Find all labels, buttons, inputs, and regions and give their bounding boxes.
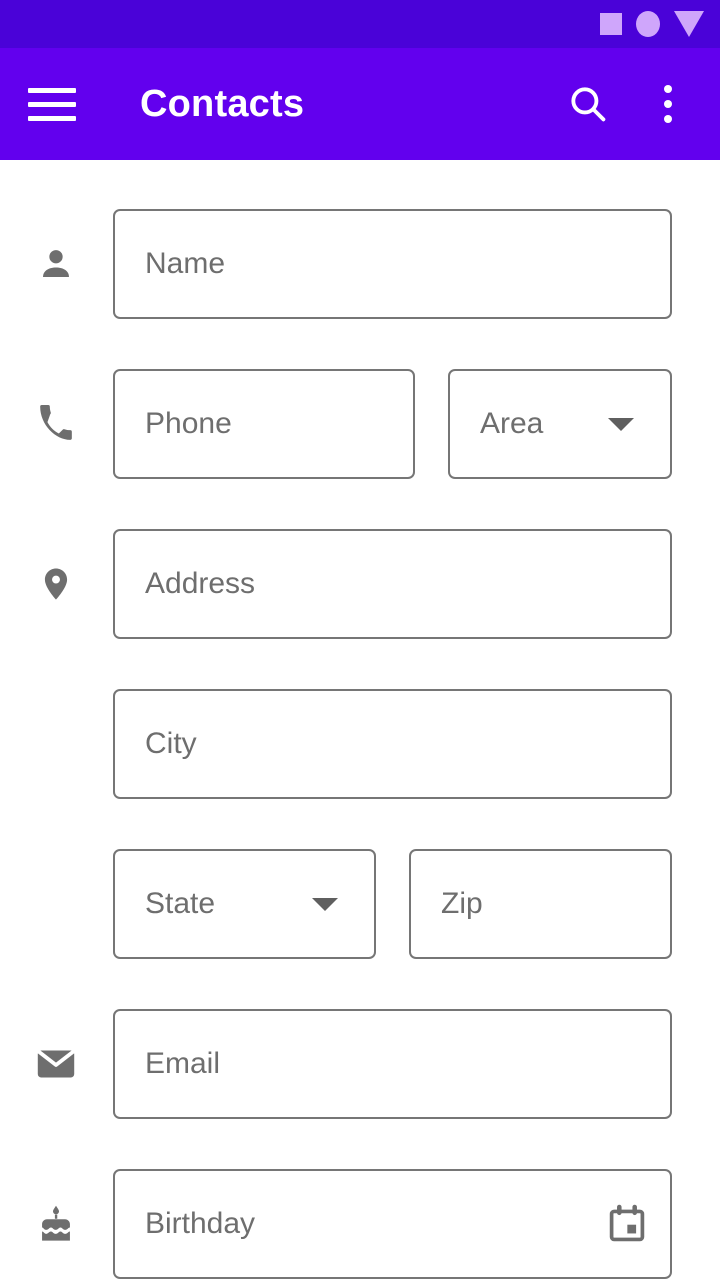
birthday-field-placeholder: Birthday: [145, 1207, 256, 1240]
birthday-row: Birthday: [0, 1169, 720, 1279]
city-row: City: [0, 689, 720, 799]
app-bar: Contacts: [0, 48, 720, 160]
calendar-icon[interactable]: [606, 1203, 648, 1245]
email-row: Email: [0, 1009, 720, 1119]
overflow-dot-2: [664, 100, 672, 108]
state-zip-row: State Zip: [0, 849, 720, 959]
search-icon[interactable]: [562, 78, 614, 130]
city-field[interactable]: City: [113, 689, 672, 799]
email-field-placeholder: Email: [145, 1047, 221, 1080]
birthday-field[interactable]: Birthday: [113, 1169, 672, 1279]
overflow-dot-1: [664, 85, 672, 93]
chevron-down-icon: [312, 897, 338, 911]
menu-bar-2: [28, 101, 76, 107]
menu-bar-3: [28, 115, 76, 121]
phone-field-placeholder: Phone: [145, 407, 232, 440]
area-dropdown[interactable]: Area: [448, 369, 672, 479]
phone-icon: [36, 404, 76, 444]
state-dropdown[interactable]: State: [113, 849, 376, 959]
phone-field[interactable]: Phone: [113, 369, 415, 479]
zip-field[interactable]: Zip: [409, 849, 672, 959]
address-field[interactable]: Address: [113, 529, 672, 639]
menu-bar-1: [28, 87, 76, 93]
cake-icon: [36, 1204, 76, 1244]
email-icon: [36, 1044, 76, 1084]
app-bar-actions: [562, 78, 720, 130]
status-bar: [0, 0, 720, 48]
name-field-placeholder: Name: [145, 247, 226, 280]
email-field[interactable]: Email: [113, 1009, 672, 1119]
chevron-down-icon: [608, 417, 634, 431]
zip-field-placeholder: Zip: [441, 887, 483, 920]
square-placeholder-icon: [600, 13, 622, 35]
state-dropdown-value: State: [145, 887, 216, 920]
address-row: Address: [0, 529, 720, 639]
contact-form: Name Phone Area Address City State Zip E…: [0, 160, 720, 1280]
address-field-placeholder: Address: [145, 567, 256, 600]
page-title: Contacts: [140, 82, 305, 125]
name-field[interactable]: Name: [113, 209, 672, 319]
hamburger-menu-icon[interactable]: [28, 82, 84, 126]
name-row: Name: [0, 209, 720, 319]
triangle-placeholder-icon: [674, 11, 704, 37]
overflow-menu-icon[interactable]: [642, 78, 694, 130]
location-pin-icon: [36, 564, 76, 604]
city-field-placeholder: City: [145, 727, 197, 760]
area-dropdown-value: Area: [480, 407, 544, 440]
person-icon: [36, 244, 76, 284]
circle-placeholder-icon: [636, 11, 660, 37]
contacts-screen: Contacts Name Phone Area Address City St…: [0, 0, 720, 1280]
overflow-dots: [664, 85, 672, 123]
phone-row: Phone Area: [0, 369, 720, 479]
overflow-dot-3: [664, 115, 672, 123]
